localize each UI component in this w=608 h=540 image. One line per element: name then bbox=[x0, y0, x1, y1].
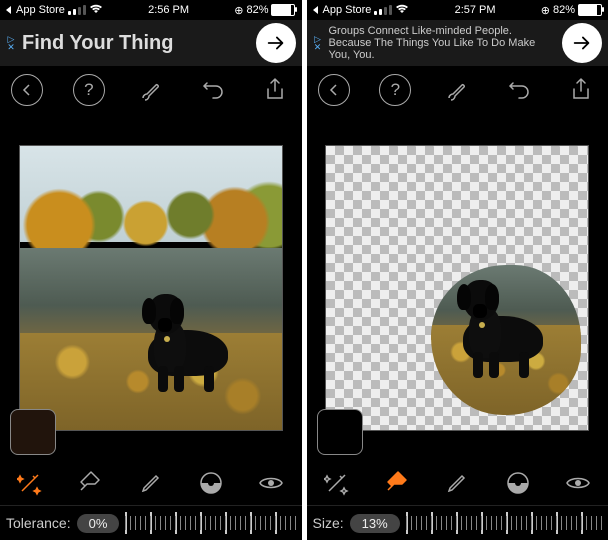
slider-ticks[interactable] bbox=[125, 512, 295, 534]
color-swatch[interactable] bbox=[10, 409, 56, 455]
undo-button[interactable] bbox=[196, 73, 230, 107]
ad-banner[interactable]: ▷✕ Find Your Thing bbox=[0, 20, 302, 66]
share-button[interactable] bbox=[564, 73, 598, 107]
slider-label: Tolerance: bbox=[6, 515, 71, 531]
slider-value[interactable]: 0% bbox=[77, 514, 120, 533]
adchoices-icon[interactable]: ▷✕ bbox=[313, 35, 323, 51]
eye-tool[interactable] bbox=[561, 466, 595, 500]
back-button[interactable] bbox=[10, 73, 44, 107]
status-time: 2:57 PM bbox=[455, 4, 496, 16]
pen-tool[interactable] bbox=[440, 466, 474, 500]
dog-subject bbox=[455, 274, 555, 384]
cell-signal-icon bbox=[68, 5, 86, 15]
ad-arrow-button[interactable] bbox=[562, 23, 602, 63]
adchoices-icon[interactable]: ▷✕ bbox=[6, 35, 16, 51]
ad-text: Find Your Thing bbox=[22, 32, 250, 54]
status-time: 2:56 PM bbox=[148, 4, 189, 16]
phone-left: App Store 2:56 PM ⊕ 82% ▷✕ Find Your Thi… bbox=[0, 0, 302, 540]
status-bar: App Store 2:57 PM ⊕ 82% bbox=[307, 0, 608, 20]
battery-pct: 82% bbox=[553, 4, 575, 16]
ad-banner[interactable]: ▷✕ Groups Connect Like-minded People. Be… bbox=[307, 20, 608, 66]
eye-tool[interactable] bbox=[254, 466, 288, 500]
bottom-tools bbox=[307, 461, 608, 505]
slider-ticks[interactable] bbox=[406, 512, 602, 534]
image-cutout[interactable] bbox=[325, 145, 589, 431]
slider-row: Tolerance: 0% bbox=[0, 505, 302, 540]
wifi-icon bbox=[89, 3, 103, 17]
back-caret-icon[interactable] bbox=[6, 6, 11, 14]
canvas-area[interactable] bbox=[307, 114, 608, 461]
pen-tool[interactable] bbox=[134, 466, 168, 500]
share-button[interactable] bbox=[258, 73, 292, 107]
top-toolbar: ? bbox=[307, 66, 608, 114]
eraser-tool[interactable] bbox=[380, 466, 414, 500]
mask-circle-tool[interactable] bbox=[194, 466, 228, 500]
magic-wand-tool[interactable] bbox=[320, 466, 354, 500]
back-to-app-label[interactable]: App Store bbox=[323, 4, 372, 16]
slider-label: Size: bbox=[313, 515, 344, 531]
ad-arrow-button[interactable] bbox=[256, 23, 296, 63]
magic-wand-tool[interactable] bbox=[13, 466, 47, 500]
battery-icon bbox=[271, 4, 295, 16]
battery-icon bbox=[578, 4, 602, 16]
wifi-icon bbox=[395, 3, 409, 17]
brush-button[interactable] bbox=[440, 73, 474, 107]
slider-value[interactable]: 13% bbox=[350, 514, 400, 533]
dog-subject bbox=[140, 288, 240, 398]
eraser-tool[interactable] bbox=[73, 466, 107, 500]
back-to-app-label[interactable]: App Store bbox=[16, 4, 65, 16]
bottom-tools bbox=[0, 461, 302, 505]
brush-button[interactable] bbox=[134, 73, 168, 107]
status-bar: App Store 2:56 PM ⊕ 82% bbox=[0, 0, 302, 20]
slider-row: Size: 13% bbox=[307, 505, 608, 540]
back-button[interactable] bbox=[317, 73, 351, 107]
orientation-lock-icon: ⊕ bbox=[234, 4, 243, 17]
help-button[interactable]: ? bbox=[72, 73, 106, 107]
ad-text: Groups Connect Like-minded People. Becau… bbox=[329, 25, 557, 61]
image-original[interactable] bbox=[19, 145, 283, 431]
orientation-lock-icon: ⊕ bbox=[541, 4, 550, 17]
battery-pct: 82% bbox=[246, 4, 268, 16]
back-caret-icon[interactable] bbox=[313, 6, 318, 14]
undo-button[interactable] bbox=[502, 73, 536, 107]
top-toolbar: ? bbox=[0, 66, 302, 114]
cell-signal-icon bbox=[374, 5, 392, 15]
cutout-region bbox=[431, 265, 581, 415]
phone-right: App Store 2:57 PM ⊕ 82% ▷✕ Groups Connec… bbox=[307, 0, 608, 540]
canvas-area[interactable] bbox=[0, 114, 302, 461]
color-swatch[interactable] bbox=[317, 409, 363, 455]
mask-circle-tool[interactable] bbox=[501, 466, 535, 500]
help-button[interactable]: ? bbox=[378, 73, 412, 107]
